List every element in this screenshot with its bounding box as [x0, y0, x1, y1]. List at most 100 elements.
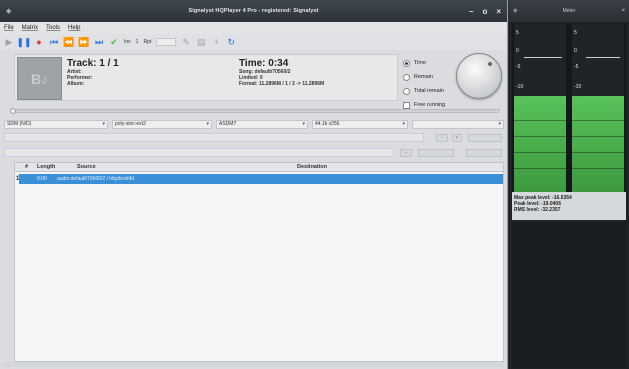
radio-label: Total remain — [414, 88, 444, 94]
scale-tick: 5 — [516, 30, 519, 36]
chevron-down-icon: ▾ — [498, 121, 501, 127]
browse-button-2[interactable] — [466, 149, 502, 157]
meter-stats: Max peak level: -16.6354 Peak level: -19… — [512, 192, 626, 220]
peak-hold-line — [524, 57, 562, 58]
dropdown-button[interactable]: ▾ — [452, 134, 462, 142]
time-title: Time: 0:34 — [239, 58, 289, 69]
dsp-selectors: SDM (N/D) ▾ poly-sinc-ext2 ▾ ASDM7 ▾ 44.1k … — [4, 120, 504, 129]
meter-empty-area — [512, 222, 626, 368]
grid-line — [572, 168, 624, 169]
chevron-down-icon: ▾ — [402, 121, 405, 127]
pause-button[interactable]: ❚❚ — [16, 37, 31, 47]
minus-icon: – — [440, 135, 444, 141]
format-info: Format: 11.2896M / 1 / 2 -> 11.2896M — [239, 81, 325, 87]
checkbox-box — [403, 101, 410, 109]
grid-line — [572, 152, 624, 153]
minimize-button[interactable]: – — [469, 7, 473, 16]
transport-path-field[interactable] — [4, 133, 424, 142]
left-level-fill — [514, 96, 566, 192]
title-bar[interactable]: ◆ Signalyst HQPlayer 4 Pro - registered:… — [0, 0, 507, 22]
radio-remain[interactable]: Remain — [403, 70, 445, 84]
info-panel: B♪ Track: 1 / 1 Artist: Performer: Album… — [14, 54, 398, 101]
stop-icon: ● — [36, 37, 42, 47]
rewind-button[interactable]: ⏪ — [63, 37, 75, 47]
previous-icon: ⏮ — [49, 37, 59, 47]
radio-label: Time — [414, 60, 427, 66]
table-row[interactable]: 0:00 audio:default/70560/2 / http/test/d… — [19, 174, 503, 184]
invert-label: Inv — [124, 39, 131, 45]
cell-length: 0:00 — [37, 176, 47, 182]
refresh-icon: ↻ — [227, 37, 235, 47]
clear-button[interactable]: ✎ — [181, 37, 191, 47]
rewind-icon: ⏪ — [63, 37, 75, 47]
app-icon: ◆ — [513, 8, 518, 14]
seek-bar[interactable] — [10, 108, 500, 114]
time-mode-group: Time Remain Total remain Free running — [403, 56, 445, 112]
grid-line — [514, 168, 566, 169]
grid-line — [514, 136, 566, 137]
header-destination[interactable]: Destination — [297, 163, 327, 171]
scale-tick: 5 — [574, 30, 577, 36]
check-button[interactable]: ✔ — [109, 37, 119, 47]
next-button[interactable]: ⏭ — [94, 37, 104, 47]
radio-label: Remain — [414, 74, 433, 80]
rate-select[interactable]: 44.1k x256 ▾ — [312, 120, 408, 129]
status-bar — [4, 362, 504, 367]
radio-indicator — [403, 87, 410, 95]
filter-value: poly-sinc-ext2 — [115, 121, 146, 127]
maximize-button[interactable]: o — [482, 7, 487, 16]
hqplayer-window: ◆ Signalyst HQPlayer 4 Pro - registered:… — [0, 0, 508, 369]
filter-select[interactable]: poly-sinc-ext2 ▾ — [112, 120, 212, 129]
meter-title-bar[interactable]: ◆ Meter × — [509, 0, 629, 22]
menu-file[interactable]: File — [4, 25, 14, 31]
seek-handle[interactable] — [10, 108, 16, 114]
refresh-button[interactable]: ↻ — [226, 37, 236, 47]
radio-time[interactable]: Time — [403, 56, 445, 70]
chevron-down-icon: ▾ — [455, 135, 459, 141]
minus-button[interactable]: – — [436, 134, 448, 142]
repeat-count[interactable]: 1 — [136, 39, 139, 45]
forward-button[interactable]: ⏩ — [78, 37, 89, 47]
extra-select[interactable]: ▾ — [412, 120, 504, 129]
meter-window: ◆ Meter × 5 0 -5 -10 -20 5 0 -5 -10 -20 … — [509, 0, 629, 369]
radio-total-remain[interactable]: Total remain — [403, 84, 445, 98]
menu-tools[interactable]: Tools — [46, 25, 60, 31]
minus-button-2[interactable]: – — [400, 149, 412, 157]
stop-button[interactable]: ● — [34, 37, 44, 47]
scale-tick: -10 — [516, 84, 524, 90]
rms-level: RMS level: -32.2357 — [514, 207, 561, 213]
grid-line — [572, 136, 624, 137]
shaper-select[interactable]: ASDM7 ▾ — [216, 120, 308, 129]
volume-field[interactable] — [156, 38, 177, 46]
browse-button-1[interactable] — [468, 134, 502, 142]
play-icon: ▶ — [5, 37, 13, 47]
repeat-label: Rpt — [143, 39, 152, 45]
header-source[interactable]: Source — [77, 163, 96, 171]
close-button[interactable]: × — [496, 7, 501, 16]
next-icon: ⏭ — [94, 37, 104, 47]
menu-help[interactable]: Help — [68, 25, 80, 31]
chevron-down-icon: ▾ — [206, 121, 209, 127]
previous-button[interactable]: ⏮ — [49, 37, 59, 47]
header-number[interactable]: # — [25, 163, 28, 171]
playlist-path-field[interactable] — [4, 148, 394, 157]
album-cover: B♪ — [17, 57, 62, 100]
header-length[interactable]: Length — [37, 163, 55, 171]
grid-line — [514, 120, 566, 121]
meter-close-button[interactable]: × — [621, 0, 625, 22]
chevron-down-icon: ▾ — [102, 121, 105, 127]
scale-tick: -20 — [574, 100, 582, 106]
modulator-select[interactable]: SDM (N/D) ▾ — [4, 120, 108, 129]
menu-bar: File Matrix Tools Help — [0, 22, 507, 34]
cell-source: audio:default/70560/2 / http/test/dd — [57, 176, 135, 182]
playlist-table[interactable]: # Length Source Destination 1 0:00 audio… — [14, 162, 504, 362]
modulator-value: SDM (N/D) — [7, 121, 32, 127]
radio-indicator — [403, 73, 410, 81]
play-button[interactable]: ▶ — [4, 37, 14, 47]
menu-matrix[interactable]: Matrix — [22, 25, 38, 31]
open-button[interactable] — [418, 149, 454, 157]
list-button[interactable]: ▤ — [196, 37, 206, 47]
volume-knob[interactable] — [456, 53, 502, 99]
add-button[interactable]: + — [211, 37, 221, 47]
rate-value: 44.1k x256 — [315, 121, 340, 127]
